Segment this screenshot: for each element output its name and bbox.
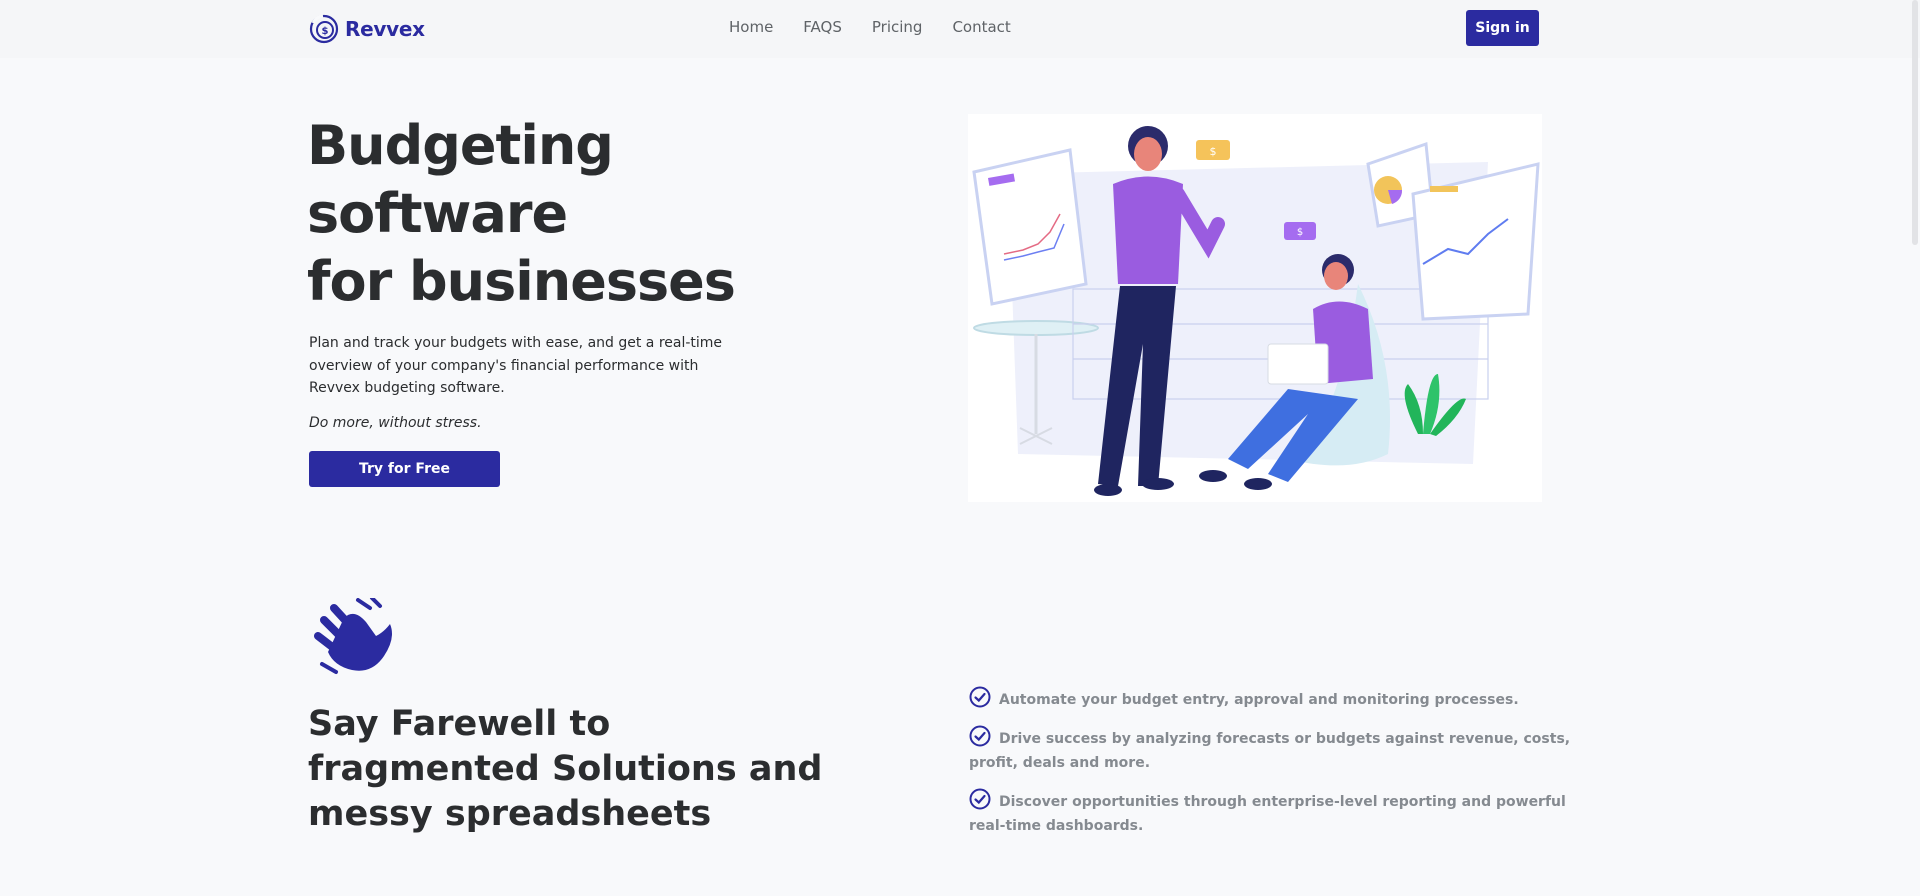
feature-text: Automate your budget entry, approval and…: [999, 692, 1519, 708]
nav-link-pricing[interactable]: Pricing: [872, 18, 923, 36]
check-circle-icon: [969, 788, 991, 810]
revvex-logo-icon: $: [309, 14, 339, 44]
check-circle-icon: [969, 725, 991, 747]
hero-illustration: $ $: [968, 114, 1542, 502]
nav-link-faqs[interactable]: FAQS: [803, 18, 842, 36]
nav-link-home[interactable]: Home: [729, 18, 773, 36]
feature-item: Discover opportunities through enterpris…: [969, 788, 1599, 838]
feature-list: Automate your budget entry, approval and…: [969, 686, 1599, 851]
chart-board-left: [972, 148, 1088, 306]
try-for-free-button[interactable]: Try for Free: [309, 451, 500, 487]
hero-tagline: Do more, without stress.: [309, 415, 482, 431]
svg-text:$: $: [1297, 227, 1303, 238]
feature-item: Automate your budget entry, approval and…: [969, 686, 1599, 712]
svg-text:$: $: [322, 26, 329, 37]
feature-item: Drive success by analyzing forecasts or …: [969, 725, 1599, 775]
page-scrollbar[interactable]: [1912, 0, 1918, 245]
sign-in-button[interactable]: Sign in: [1466, 10, 1539, 46]
svg-text:$: $: [1210, 145, 1217, 158]
brand-name: Revvex: [345, 17, 425, 41]
waving-hand-icon: [314, 598, 392, 674]
feature-text: Discover opportunities through enterpris…: [969, 794, 1566, 834]
hero-description: Plan and track your budgets with ease, a…: [309, 335, 723, 396]
brand-logo[interactable]: $ Revvex: [309, 14, 425, 44]
top-navbar: $ Revvex Home FAQS Pricing Contact Sign …: [0, 0, 1920, 58]
check-circle-icon: [969, 686, 991, 708]
section-title: Say Farewell to fragmented Solutions and…: [308, 704, 823, 834]
main-nav: Home FAQS Pricing Contact: [729, 18, 1011, 36]
feature-text: Drive success by analyzing forecasts or …: [969, 731, 1571, 771]
hero-title: Budgeting software for businesses: [307, 114, 736, 313]
nav-link-contact[interactable]: Contact: [952, 18, 1010, 36]
